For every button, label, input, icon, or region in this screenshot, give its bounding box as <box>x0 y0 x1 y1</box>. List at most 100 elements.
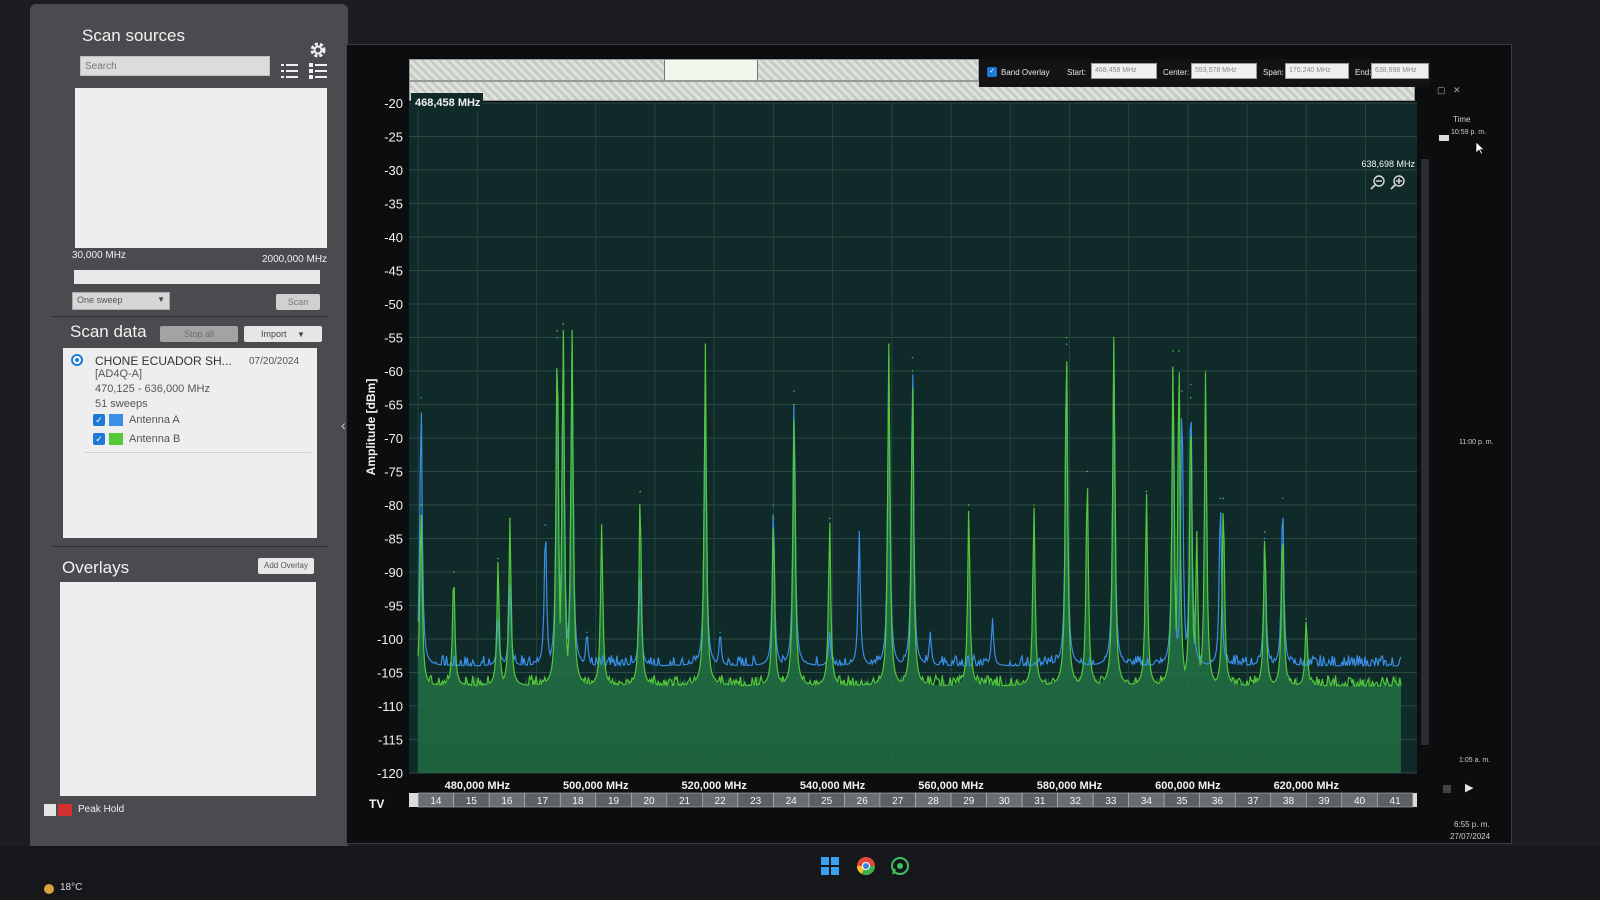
peak-point <box>544 524 547 526</box>
scan-select-radio[interactable] <box>71 354 83 366</box>
scan-device: [AD4Q-A] <box>95 368 143 380</box>
antenna-b-checkbox[interactable]: ✓ <box>93 433 105 445</box>
stop-all-button[interactable]: Stop all <box>160 326 238 342</box>
scan-sources-list[interactable] <box>75 88 327 248</box>
antenna-a-checkbox[interactable]: ✓ <box>93 414 105 426</box>
peak-point <box>828 517 831 520</box>
tv-channel-label: 34 <box>1141 796 1153 807</box>
import-button[interactable]: Import ▼ <box>244 326 322 342</box>
tv-channel-strip[interactable]: 14 15 16 17 18 19 20 21 22 23 24 25 26 27 28 29 30 31 32 33… <box>409 792 1417 808</box>
peak-point <box>497 618 499 620</box>
clock-date[interactable]: 27/07/2024 <box>1450 832 1490 841</box>
chevron-down-icon: ▼ <box>297 330 305 339</box>
peak-point <box>497 557 499 560</box>
tv-channel-label: 29 <box>963 796 975 807</box>
tv-channel-label: 23 <box>750 796 762 807</box>
x-tick-label: 480,000 MHz <box>445 780 511 792</box>
antenna-b-color-swatch[interactable] <box>109 433 123 445</box>
x-tick-label: 500,000 MHz <box>563 780 629 792</box>
y-tick-label: -80 <box>384 498 403 513</box>
tv-channel-label: 26 <box>857 796 869 807</box>
tv-channel-label: 35 <box>1176 796 1188 807</box>
tv-channel-label: 18 <box>572 796 584 807</box>
peak-point <box>556 330 559 332</box>
antenna-a-color-swatch[interactable] <box>109 414 123 426</box>
peak-point <box>719 631 721 634</box>
y-tick-label: -35 <box>384 197 403 212</box>
peak-point <box>571 330 573 332</box>
peak-point <box>556 336 559 339</box>
x-tick-label: 540,000 MHz <box>800 780 866 792</box>
tv-channel-label: 19 <box>608 796 620 807</box>
peak-point <box>1264 531 1266 533</box>
weather-temperature[interactable]: 18°C <box>60 882 82 893</box>
chrome-icon[interactable] <box>856 856 876 876</box>
peak-point <box>1113 336 1115 339</box>
tv-channel-label: 27 <box>892 796 904 807</box>
y-tick-label: -70 <box>384 431 403 446</box>
tv-channel-label: 17 <box>537 796 549 807</box>
scan-name[interactable]: CHONE ECUADOR SH... <box>95 354 232 368</box>
antenna-a-label: Antenna A <box>129 414 180 426</box>
tv-channel-label: 15 <box>466 796 478 807</box>
detail-view-icon[interactable] <box>308 62 328 80</box>
gear-icon[interactable] <box>308 40 328 60</box>
y-tick-label: -50 <box>384 297 403 312</box>
y-axis-title: Amplitude [dBm] <box>364 379 378 476</box>
peak-point <box>452 571 455 573</box>
y-tick-label: -110 <box>378 699 403 714</box>
divider <box>52 316 328 317</box>
range-max-label: 2000,000 MHz <box>262 254 328 265</box>
scan-data-list: CHONE ECUADOR SH... 07/20/2024 [AD4Q-A] … <box>63 348 317 538</box>
peak-point <box>1033 504 1035 506</box>
end-frequency-marker: 638,698 MHz <box>1361 159 1415 169</box>
peak-point <box>1065 336 1068 339</box>
peak-point <box>929 631 932 634</box>
overlays-title: Overlays <box>62 558 130 577</box>
peak-point <box>562 323 564 325</box>
weather-icon[interactable] <box>44 884 54 894</box>
spectrum-chart[interactable]: -20 -25 -30 -35 -40 -45 -50 -55 -60 -65 -70 -75 -80 -… <box>347 45 1513 845</box>
scan-button[interactable]: Scan <box>276 294 320 310</box>
peak-point <box>1086 470 1088 473</box>
peak-point <box>911 356 914 359</box>
peak-point <box>828 631 831 634</box>
x-tick-label: 600,000 MHz <box>1155 780 1221 792</box>
x-tick-label: 560,000 MHz <box>918 780 984 792</box>
tv-channel-label: 16 <box>501 796 513 807</box>
scan-sources-title: Scan sources <box>82 26 185 45</box>
clock-time[interactable]: 6:55 p. m. <box>1454 820 1490 829</box>
search-input[interactable] <box>80 56 270 76</box>
y-tick-label: -20 <box>384 96 403 111</box>
peak-point <box>1190 397 1192 399</box>
peak-point <box>1195 531 1198 533</box>
tv-label: TV <box>369 797 384 811</box>
peak-point <box>772 504 775 506</box>
peak-point <box>1178 350 1180 352</box>
windows-start-icon[interactable] <box>820 856 840 876</box>
peak-point <box>1305 618 1308 620</box>
sweep-mode-select[interactable]: One sweep ▼ <box>72 292 170 310</box>
y-tick-label: -95 <box>384 599 403 614</box>
peak-hold-toggle[interactable] <box>44 804 56 816</box>
peak-point <box>1172 350 1174 352</box>
x-tick-label: 520,000 MHz <box>681 780 747 792</box>
tv-channel-label: 32 <box>1070 796 1082 807</box>
peak-point <box>793 390 795 392</box>
y-tick-label: -100 <box>377 632 403 647</box>
tv-channel-label: 21 <box>679 796 691 807</box>
peak-point <box>1065 343 1068 346</box>
y-tick-label: -85 <box>384 532 403 547</box>
add-overlay-button[interactable]: Add Overlay <box>258 558 314 574</box>
collapse-panel-icon[interactable]: ‹ <box>341 417 346 433</box>
tv-channel-label: 30 <box>999 796 1011 807</box>
start-frequency-marker: 468,458 MHz <box>415 97 481 109</box>
peak-hold-color-swatch[interactable] <box>58 804 72 816</box>
whatsapp-icon[interactable] <box>890 856 910 876</box>
list-view-icon[interactable] <box>280 62 300 80</box>
frequency-range-slider[interactable] <box>74 270 320 284</box>
y-tick-label: -55 <box>384 331 403 346</box>
tv-channel-label: 37 <box>1247 796 1259 807</box>
tv-channel-label: 28 <box>928 796 940 807</box>
peak-point <box>1190 383 1192 386</box>
